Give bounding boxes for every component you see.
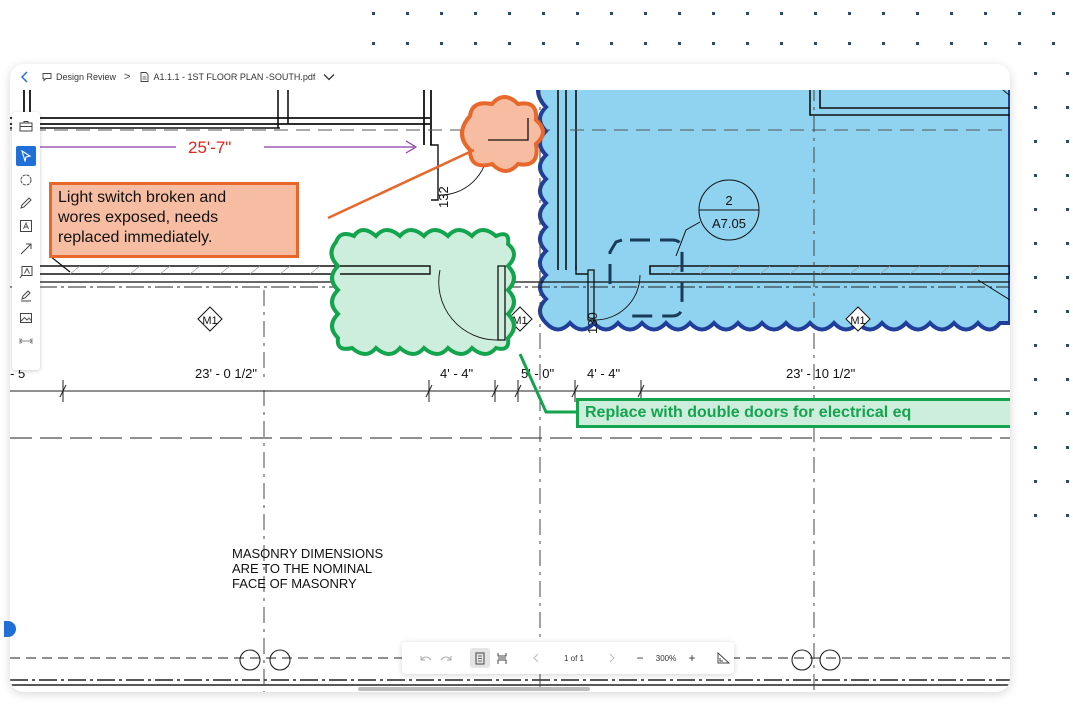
dimension-callout[interactable]: 25'-7" [188,138,231,157]
pen-tool[interactable] [16,193,36,213]
door-tag-132: 132 [436,186,451,208]
undo-button[interactable] [416,653,436,663]
horizontal-scrollbar[interactable] [358,687,590,691]
briefcase-icon [19,121,33,132]
section-sheet: A7.05 [712,216,746,231]
cursor-icon [21,150,32,162]
highlighter-icon [21,290,31,302]
measure-icon [19,338,33,344]
page-view-icon [475,652,485,664]
breadcrumb-project[interactable]: Design Review [42,72,116,82]
dim-label-1: 23' - 0 1/2" [195,366,257,381]
orange-text-note[interactable]: Light switch broken and wores exposed, n… [49,182,299,258]
measure-tool[interactable] [16,331,36,351]
cloud-tool[interactable] [16,170,36,190]
text-tool[interactable] [16,216,36,236]
pen-icon [20,197,32,209]
continuous-view-button[interactable] [492,652,512,665]
ruler-triangle-icon [717,652,730,664]
toolbox-tool[interactable] [16,116,36,136]
masonry-note-line-1: MASONRY DIMENSIONS [232,546,384,561]
arrow-tool[interactable] [16,239,36,259]
arrow-line-icon [20,243,32,255]
top-bar: Design Review > A1.1.1 - 1ST FLOOR PLAN … [10,64,1010,90]
comment-icon [42,73,52,82]
redo-icon [440,656,452,661]
breadcrumb-project-label: Design Review [56,72,117,82]
zoom-out-button[interactable]: − [632,651,648,665]
breadcrumb-file[interactable]: A1.1.1 - 1ST FLOOR PLAN -SOUTH.pdf [140,72,335,82]
callout-tool[interactable] [16,262,36,282]
zoom-level[interactable]: 300% [648,654,684,663]
green-note-text: Replace with double doors for electrical… [585,404,912,421]
callout-icon [19,266,33,279]
previous-page-button[interactable] [526,653,546,663]
tool-palette [12,112,40,370]
measure-button[interactable] [712,652,734,664]
breadcrumb-separator: > [124,71,131,83]
undo-icon [420,656,432,661]
masonry-note-line-3: FACE OF MASONRY [232,576,357,591]
image-icon [20,313,32,323]
scroll-view-icon [497,652,507,664]
redo-button[interactable] [436,653,456,663]
orange-cloud-markup[interactable] [460,95,545,173]
image-tool[interactable] [16,308,36,328]
dim-label-5: 23' - 10 1/2" [786,366,856,381]
viewer-window: Design Review > A1.1.1 - 1ST FLOOR PLAN … [10,64,1010,692]
wall-tag-3: M1 [850,315,865,327]
zoom-in-button[interactable]: + [684,651,700,665]
text-box-icon [20,220,32,232]
dim-label-4: 4' - 4" [587,366,620,381]
single-page-view-button[interactable] [470,648,490,668]
wall-tag-1: M1 [202,315,217,327]
dim-label-2: 4' - 4" [440,366,473,381]
drawing-canvas[interactable]: - 5 23' - 0 1/2" 4' - 4" 5' - 0" 4' - 4"… [10,90,1010,692]
orange-note-line-3: replaced immediately. [58,229,213,246]
select-tool[interactable] [16,146,36,166]
breadcrumb-file-label: A1.1.1 - 1ST FLOOR PLAN -SOUTH.pdf [153,72,316,82]
blue-room-markup[interactable] [536,90,1010,332]
chevron-right-icon [609,653,615,663]
green-text-note[interactable]: Replace with double doors for electrical… [576,398,1010,428]
floor-plan-drawing: - 5 23' - 0 1/2" 4' - 4" 5' - 0" 4' - 4"… [10,90,1010,692]
chevron-down-icon [323,74,335,81]
section-number: 2 [725,193,732,208]
orange-note-line-1: Light switch broken and [58,189,227,206]
masonry-note-line-2: ARE TO THE NOMINAL [232,561,372,576]
orange-note-line-2: wores exposed, needs [58,209,219,226]
viewer-controls: 1 of 1 − 300% + [402,642,734,674]
document-icon [141,72,149,82]
green-cloud-markup[interactable] [329,228,516,356]
chevron-left-icon [533,653,539,663]
next-page-button[interactable] [602,653,622,663]
door-tag-130: 130 [585,312,600,334]
page-indicator[interactable]: 1 of 1 [546,654,602,663]
cloud-shape-icon [20,174,32,186]
back-button[interactable] [18,68,32,86]
highlighter-tool[interactable] [16,285,36,305]
chevron-left-icon [21,71,28,83]
